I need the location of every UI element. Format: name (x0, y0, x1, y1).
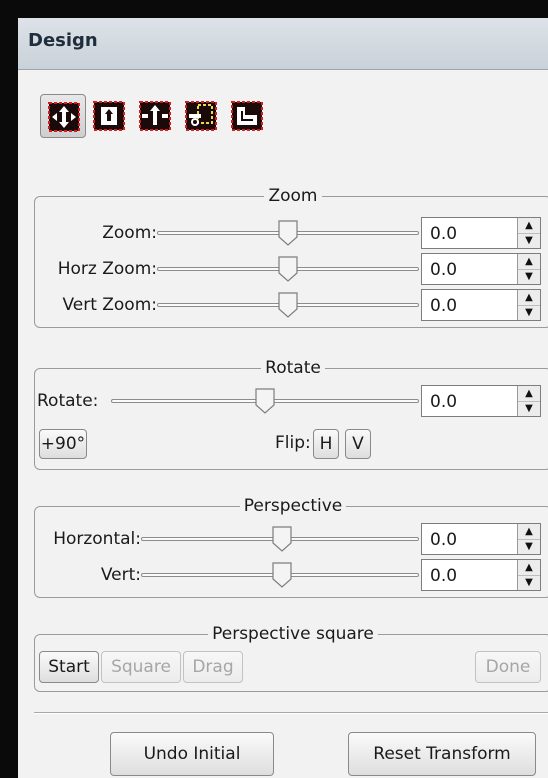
transform-crop-tool-button[interactable] (224, 94, 270, 138)
horizontal-perspective-value: 0.0 (430, 530, 458, 550)
zoom-slider-handle[interactable] (277, 219, 299, 247)
vert-perspective-value: 0.0 (430, 566, 458, 586)
flip-label: Flip: (275, 433, 311, 453)
vert-zoom-spinbox[interactable]: 0.0 ▲ ▼ (421, 289, 541, 321)
window-frame-left (0, 0, 18, 778)
design-panel: Zoom Zoom: 0.0 ▲ ▼ Horz Zoom: 0.0 ▲ ▼ Ve… (18, 70, 548, 778)
perspective-square-done-button[interactable]: Done (475, 651, 541, 683)
rotate-slider-handle[interactable] (254, 387, 276, 415)
spin-up-arrow-icon[interactable]: ▲ (518, 386, 540, 402)
horz-zoom-slider-handle[interactable] (277, 255, 299, 283)
footer-separator (34, 712, 548, 714)
horz-zoom-value: 0.0 (430, 260, 458, 280)
vert-perspective-slider-handle[interactable] (271, 561, 293, 589)
vert-zoom-value: 0.0 (430, 296, 458, 316)
transform-perspective-tool-button[interactable] (178, 94, 224, 138)
rotate-plus-90-button[interactable]: +90° (39, 429, 87, 459)
transform-move-icon (48, 102, 80, 132)
vert-zoom-slider-handle[interactable] (277, 291, 299, 319)
zoom-row: Zoom: 0.0 ▲ ▼ (35, 217, 548, 251)
spin-down-arrow-icon[interactable]: ▼ (518, 269, 540, 284)
perspective-group-title: Perspective (239, 496, 347, 516)
horizontal-perspective-row: Horzontal: 0.0 ▲ ▼ (35, 523, 548, 557)
transform-crop-icon (231, 101, 263, 131)
transform-scale-icon (93, 101, 125, 131)
vert-zoom-label: Vert Zoom: (62, 295, 157, 315)
vert-zoom-row: Vert Zoom: 0.0 ▲ ▼ (35, 289, 548, 323)
spin-up-arrow-icon[interactable]: ▲ (518, 254, 540, 270)
rotate-row: Rotate: 0.0 ▲ ▼ (35, 385, 548, 419)
rotate-label: Rotate: (37, 391, 99, 411)
window-frame-top (0, 0, 548, 18)
spin-down-arrow-icon[interactable]: ▼ (518, 233, 540, 248)
reset-transform-button[interactable]: Reset Transform (348, 732, 536, 776)
perspective-square-square-button[interactable]: Square (101, 651, 181, 683)
vert-perspective-spinbox[interactable]: 0.0 ▲ ▼ (421, 559, 541, 591)
perspective-group: Perspective Horzontal: 0.0 ▲ ▼ Vert: 0.0… (34, 496, 548, 598)
zoom-group-title: Zoom (264, 186, 322, 206)
vert-perspective-label: Vert: (100, 565, 141, 585)
spin-up-arrow-icon[interactable]: ▲ (518, 290, 540, 306)
undo-initial-button[interactable]: Undo Initial (110, 732, 274, 776)
zoom-value: 0.0 (430, 224, 458, 244)
zoom-group: Zoom Zoom: 0.0 ▲ ▼ Horz Zoom: 0.0 ▲ ▼ Ve… (34, 186, 548, 328)
horizontal-perspective-spinbox[interactable]: 0.0 ▲ ▼ (421, 523, 541, 555)
spin-up-arrow-icon[interactable]: ▲ (518, 218, 540, 234)
horizontal-perspective-slider-handle[interactable] (271, 525, 293, 553)
perspective-square-group: Perspective square Start Square Drag Don… (34, 624, 548, 692)
panel-title: Design (18, 18, 548, 70)
transform-scale-tool-button[interactable] (86, 94, 132, 138)
horz-zoom-spinbox[interactable]: 0.0 ▲ ▼ (421, 253, 541, 285)
rotate-group-title: Rotate (261, 358, 325, 378)
flip-horizontal-button[interactable]: H (313, 429, 339, 459)
zoom-label: Zoom: (102, 223, 157, 243)
rotate-group: Rotate Rotate: 0.0 ▲ ▼ +90° Flip: H V (34, 358, 548, 470)
spin-down-arrow-icon[interactable]: ▼ (518, 401, 540, 416)
horizontal-perspective-label: Horzontal: (53, 529, 141, 549)
zoom-spinbox[interactable]: 0.0 ▲ ▼ (421, 217, 541, 249)
transform-perspective-icon (185, 101, 217, 131)
transform-rotate-icon (139, 101, 171, 131)
spin-up-arrow-icon[interactable]: ▲ (518, 560, 540, 576)
spin-up-arrow-icon[interactable]: ▲ (518, 524, 540, 540)
horz-zoom-label: Horz Zoom: (57, 259, 157, 279)
transform-rotate-tool-button[interactable] (132, 94, 178, 138)
vert-perspective-row: Vert: 0.0 ▲ ▼ (35, 559, 548, 593)
spin-down-arrow-icon[interactable]: ▼ (518, 305, 540, 320)
perspective-square-group-title: Perspective square (208, 624, 378, 644)
horz-zoom-row: Horz Zoom: 0.0 ▲ ▼ (35, 253, 548, 287)
spin-down-arrow-icon[interactable]: ▼ (518, 539, 540, 554)
rotate-spinbox[interactable]: 0.0 ▲ ▼ (421, 385, 541, 417)
flip-vertical-button[interactable]: V (345, 429, 371, 459)
rotate-value: 0.0 (430, 392, 458, 412)
spin-down-arrow-icon[interactable]: ▼ (518, 575, 540, 590)
perspective-square-start-button[interactable]: Start (39, 651, 99, 683)
transform-move-tool-button[interactable] (40, 94, 86, 138)
perspective-square-drag-button[interactable]: Drag (183, 651, 243, 683)
